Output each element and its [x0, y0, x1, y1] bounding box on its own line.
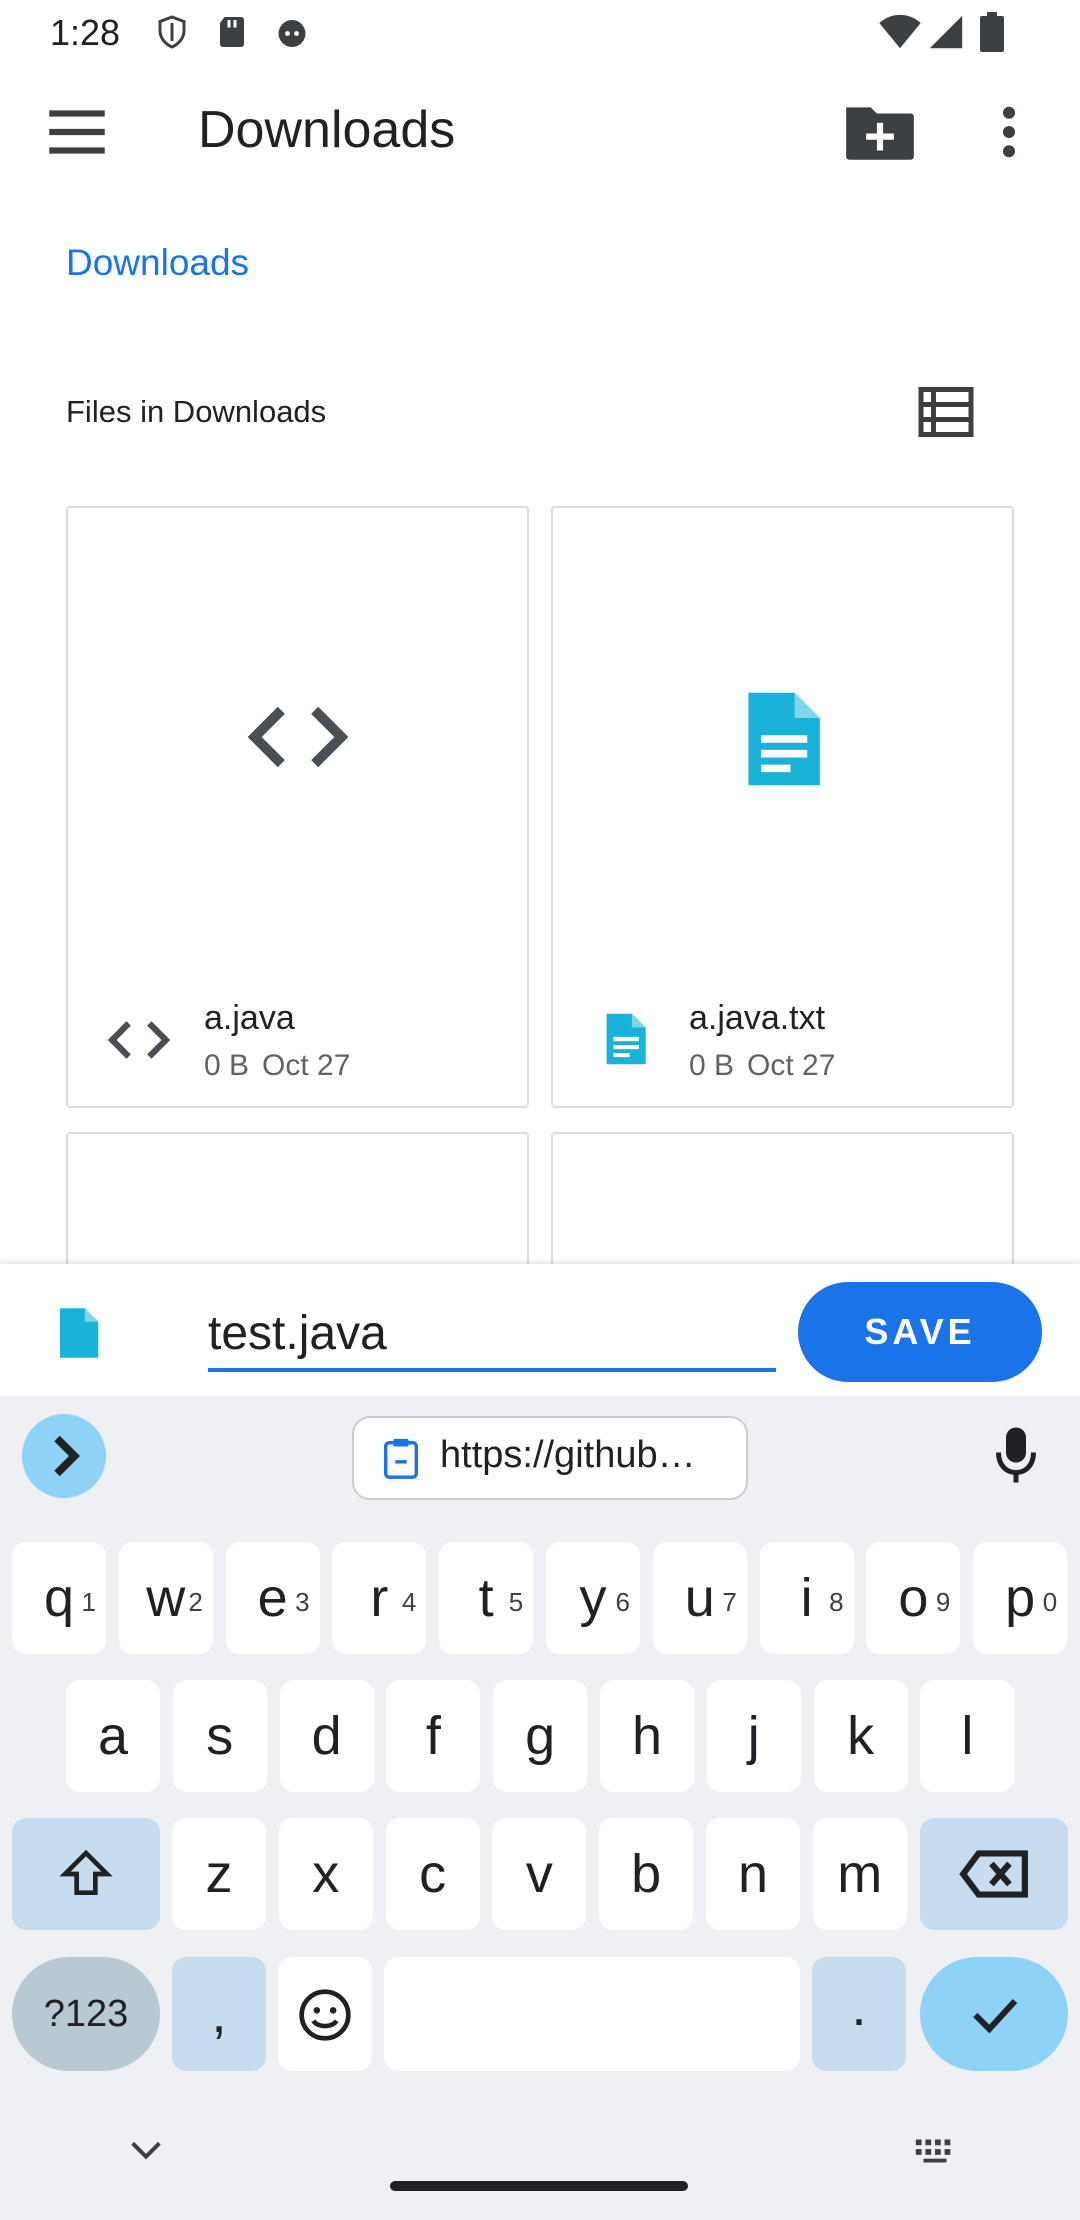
document-icon	[606, 1013, 646, 1065]
key-label: p	[1005, 1568, 1036, 1628]
key-z[interactable]: z	[172, 1818, 266, 1930]
emoji-key[interactable]	[278, 1957, 372, 2071]
more-vert-icon[interactable]	[976, 95, 1042, 169]
key-r[interactable]: r4	[332, 1542, 427, 1654]
checkmark-icon	[973, 1998, 1018, 2034]
key-d[interactable]: d	[279, 1680, 374, 1792]
key-g[interactable]: g	[493, 1680, 588, 1792]
wifi-icon	[879, 14, 921, 49]
key-y[interactable]: y6	[546, 1542, 640, 1654]
key-hint: 4	[401, 1587, 417, 1617]
file-date: Oct 27	[747, 1049, 836, 1082]
backspace-icon	[959, 1850, 1028, 1898]
key-i[interactable]: i8	[759, 1542, 854, 1654]
key-u[interactable]: u7	[652, 1542, 747, 1654]
filename-input[interactable]	[208, 1298, 776, 1372]
shift-key[interactable]	[12, 1818, 160, 1930]
key-v[interactable]: v	[492, 1818, 587, 1930]
symbols-key[interactable]: ?123	[12, 1957, 160, 2071]
shift-icon	[59, 1849, 113, 1895]
key-hint: 8	[829, 1587, 844, 1617]
key-hint: 9	[935, 1587, 951, 1617]
file-name: a.java	[204, 999, 295, 1037]
key-b[interactable]: b	[599, 1818, 694, 1930]
key-p[interactable]: p0	[973, 1542, 1068, 1654]
breadcrumb[interactable]: Downloads	[66, 242, 249, 284]
list-view-icon[interactable]	[916, 382, 976, 442]
file-card[interactable]	[66, 1132, 529, 1272]
chevron-right-icon[interactable]	[22, 1414, 106, 1498]
backspace-key[interactable]	[920, 1818, 1068, 1930]
enter-key[interactable]	[920, 1957, 1068, 2071]
key-label: r	[370, 1568, 389, 1628]
key-hint: 0	[1042, 1587, 1058, 1617]
keyboard	[0, 1396, 1080, 2220]
key-hint: 5	[508, 1587, 524, 1617]
key-c[interactable]: c	[385, 1818, 480, 1930]
key-label: w	[146, 1568, 186, 1628]
home-gesture-bar[interactable]	[390, 2181, 688, 2191]
key-hint: 2	[188, 1587, 203, 1617]
key-j[interactable]: j	[706, 1680, 801, 1792]
sd-card-icon	[220, 17, 244, 47]
clipboard-link-icon	[383, 1438, 419, 1479]
key-t[interactable]: t5	[439, 1542, 534, 1654]
save-button[interactable]: SAVE	[798, 1282, 1042, 1382]
key-f[interactable]: f	[386, 1680, 481, 1792]
section-header: Files in Downloads	[66, 394, 327, 429]
key-q[interactable]: q1	[12, 1542, 106, 1654]
key-e[interactable]: e3	[225, 1542, 320, 1654]
clipboard-text: https://github…	[440, 1434, 696, 1476]
key-w[interactable]: w2	[118, 1542, 213, 1654]
key-hint: 3	[295, 1587, 310, 1617]
file-size: 0 B	[689, 1049, 735, 1082]
cell-signal-icon	[929, 15, 963, 49]
keyboard-switch-icon[interactable]	[912, 2134, 958, 2168]
new-folder-icon[interactable]	[840, 95, 920, 169]
file-date: Oct 27	[262, 1049, 351, 1082]
file-size: 0 B	[204, 1049, 250, 1082]
space-key[interactable]	[384, 1957, 800, 2071]
document-icon	[748, 692, 820, 786]
shield-icon	[158, 15, 186, 49]
key-hint: 7	[722, 1587, 737, 1617]
android-face-icon	[278, 20, 306, 47]
key-hint: 6	[615, 1587, 630, 1617]
file-icon	[60, 1308, 99, 1358]
emoji-icon	[299, 1989, 351, 2041]
key-n[interactable]: n	[706, 1818, 800, 1930]
key-h[interactable]: h	[600, 1680, 694, 1792]
key-label: i	[800, 1568, 813, 1628]
status-time: 1:28	[50, 12, 121, 53]
key-o[interactable]: o9	[866, 1542, 961, 1654]
key-label: e	[257, 1568, 288, 1628]
microphone-icon[interactable]	[990, 1425, 1042, 1485]
code-icon	[108, 1021, 170, 1059]
code-icon	[248, 706, 348, 768]
key-label: t	[478, 1568, 494, 1628]
comma-key[interactable]: ,	[172, 1957, 266, 2071]
battery-icon	[980, 12, 1004, 52]
hamburger-menu-icon[interactable]	[40, 95, 114, 169]
key-x[interactable]: x	[278, 1818, 373, 1930]
page-title: Downloads	[198, 101, 456, 159]
key-s[interactable]: s	[172, 1680, 267, 1792]
key-hint: 1	[81, 1587, 96, 1617]
key-label: y	[579, 1568, 607, 1628]
file-card[interactable]	[551, 1132, 1014, 1272]
key-k[interactable]: k	[813, 1680, 908, 1792]
key-label: o	[898, 1568, 929, 1628]
key-l[interactable]: l	[920, 1680, 1015, 1792]
file-name: a.java.txt	[689, 999, 826, 1037]
key-label: u	[684, 1568, 715, 1628]
key-label: q	[43, 1568, 75, 1628]
key-m[interactable]: m	[812, 1818, 907, 1930]
key-a[interactable]: a	[66, 1680, 160, 1792]
hide-keyboard-chevron-icon[interactable]	[126, 2136, 166, 2164]
period-key[interactable]: .	[812, 1957, 906, 2071]
